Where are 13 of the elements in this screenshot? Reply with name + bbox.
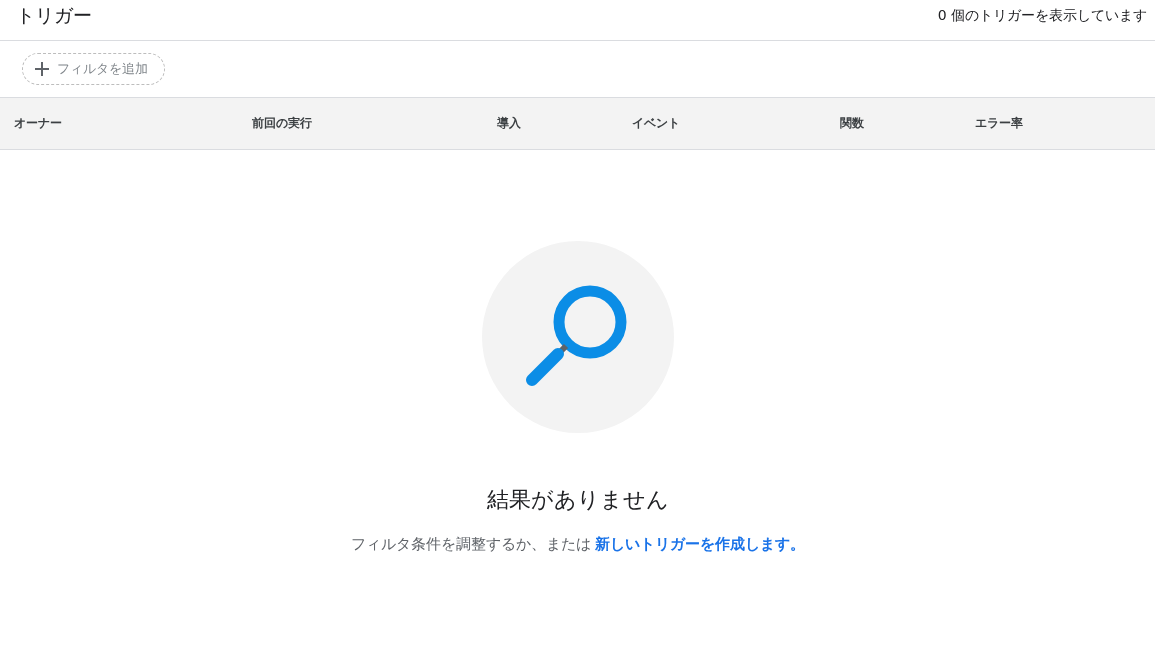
result-count: 0 個のトリガーを表示しています bbox=[937, 7, 1147, 25]
empty-state-message: フィルタ条件を調整するか、または 新しいトリガーを作成します。 bbox=[350, 535, 805, 554]
create-trigger-link[interactable]: 新しいトリガーを作成します。 bbox=[594, 535, 805, 553]
column-header[interactable]: 前回の実行 bbox=[252, 115, 312, 132]
column-header[interactable]: オーナー bbox=[14, 115, 62, 132]
plus-icon bbox=[35, 62, 49, 76]
add-filter-button[interactable]: フィルタを追加 bbox=[22, 53, 165, 85]
empty-state-title: 結果がありません bbox=[486, 486, 669, 514]
column-header[interactable]: エラー率 bbox=[975, 115, 1023, 132]
column-header[interactable]: 導入 bbox=[497, 115, 521, 132]
column-header[interactable]: 関数 bbox=[840, 115, 864, 132]
page-title: トリガー bbox=[16, 3, 92, 28]
column-header[interactable]: イベント bbox=[632, 115, 680, 132]
